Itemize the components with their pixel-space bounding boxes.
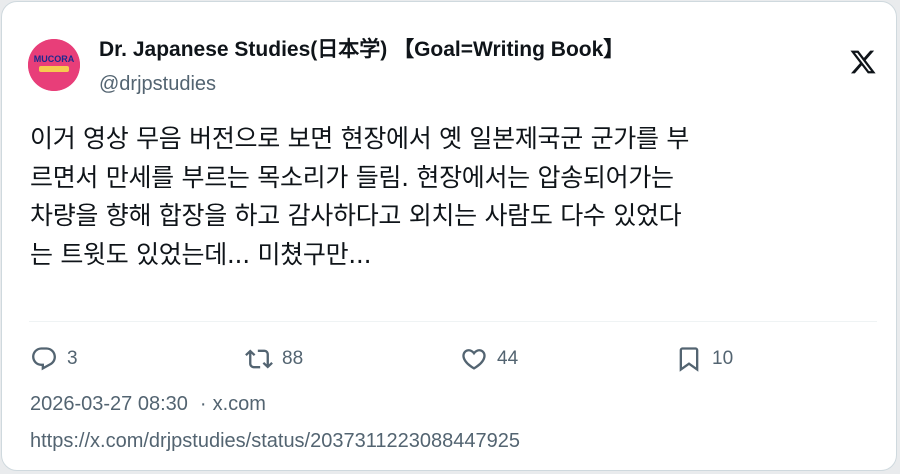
tweet-card: MUCORA Dr. Japanese Studies(日本学) 【Goal=W… — [1, 1, 897, 471]
repost-button[interactable]: 88 — [245, 342, 303, 376]
avatar-logo-text: MUCORA — [34, 54, 75, 64]
tweet-text-line: 차량을 향해 합장을 하고 감사하다고 외치는 사람도 다수 있었다 — [30, 201, 682, 230]
reply-button[interactable]: 3 — [30, 342, 78, 376]
like-count: 44 — [497, 348, 519, 369]
speech-bubble-icon — [32, 347, 56, 371]
bookmark-count: 10 — [712, 348, 734, 369]
repost-arrows-icon — [245, 349, 273, 369]
tweet-url[interactable]: https://x.com/drjpstudies/status/2037311… — [30, 428, 520, 454]
source-link[interactable]: x.com — [213, 393, 266, 415]
tweet-text: 이거 영상 무음 버전으로 보면 현장에서 옛 일본제국군 군가를 부 르면서 … — [30, 120, 880, 274]
timestamp[interactable]: 2026-03-27 08:30 — [30, 393, 188, 415]
x-logo-icon[interactable] — [848, 48, 878, 76]
divider — [29, 321, 877, 322]
reply-count: 3 — [67, 348, 78, 369]
tweet-text-line: 이거 영상 무음 버전으로 보면 현장에서 옛 일본제국군 군가를 부 — [30, 124, 690, 153]
heart-icon — [462, 349, 486, 370]
meta-separator: · — [199, 393, 207, 415]
avatar[interactable]: MUCORA — [28, 39, 80, 91]
bookmark-button[interactable]: 10 — [675, 342, 733, 376]
tweet-text-line: 르면서 만세를 부르는 목소리가 들림. 현장에서는 압송되어가는 — [30, 162, 674, 192]
repost-count: 88 — [282, 348, 304, 369]
author-handle[interactable]: @drjpstudies — [99, 71, 216, 97]
bookmark-icon — [679, 347, 699, 372]
author-display-name[interactable]: Dr. Japanese Studies(日本学) 【Goal=Writing … — [99, 36, 624, 64]
tweet-text-line: 는 트윗도 있었는데... 미쳤구만... — [30, 239, 372, 269]
avatar-image: MUCORA — [28, 39, 80, 91]
like-button[interactable]: 44 — [460, 342, 518, 376]
tweet-meta: 2026-03-27 08:30 · x.com — [30, 391, 266, 417]
